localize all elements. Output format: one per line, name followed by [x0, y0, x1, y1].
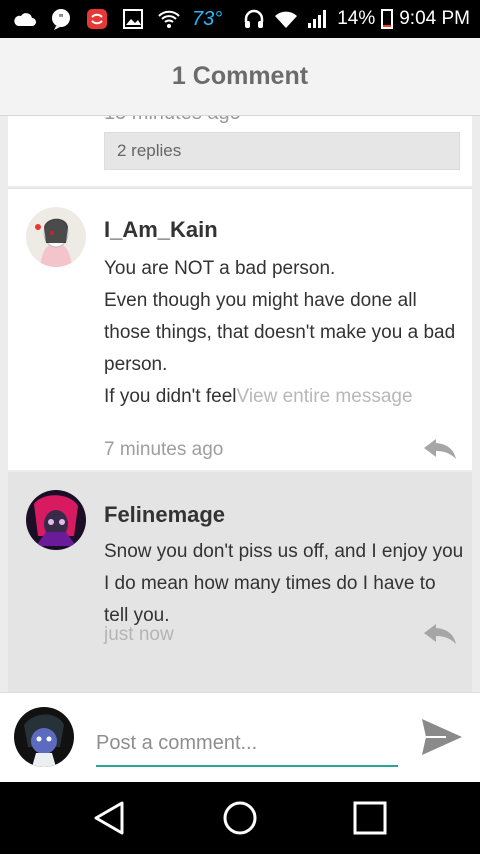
svg-text:": ": [58, 12, 63, 25]
my-avatar: [14, 707, 74, 767]
comment-line: Even though you might have done all thos…: [104, 290, 456, 375]
system-icons: 14% 9:04 PM: [241, 6, 470, 32]
signal-icon: [305, 9, 331, 29]
avatar[interactable]: [26, 490, 86, 550]
reply-card: Felinemage Snow you don't piss us off, a…: [8, 472, 472, 692]
replies-button[interactable]: 2 replies: [104, 132, 460, 170]
view-entire-message-link[interactable]: View entire message: [237, 386, 413, 407]
comment-line: You are NOT a bad person.: [104, 258, 336, 279]
comment-list[interactable]: 15 minutes ago 2 replies I_Am_Kain You a…: [0, 116, 480, 692]
gallery-icon: [120, 9, 146, 29]
comment-input[interactable]: [96, 721, 398, 767]
app-icon: [84, 9, 110, 29]
wifi-icon: [273, 9, 299, 29]
replies-label: 2 replies: [117, 141, 182, 160]
recent-apps-icon[interactable]: [350, 798, 390, 838]
back-icon[interactable]: [90, 798, 130, 838]
status-bar: " 73° 14% 9:04 PM: [0, 0, 480, 38]
send-icon[interactable]: [420, 717, 464, 757]
temperature: 73°: [192, 7, 223, 30]
comment-time: 7 minutes ago: [104, 439, 224, 460]
clock: 9:04 PM: [399, 8, 470, 29]
parent-comment-card: 15 minutes ago 2 replies: [8, 116, 472, 186]
notification-icons: " 73°: [12, 6, 222, 32]
comment-time: 15 minutes ago: [104, 116, 241, 125]
avatar[interactable]: [26, 207, 86, 267]
headphones-icon: [241, 9, 267, 29]
comment-line-text: If you didn't feel: [104, 386, 237, 407]
home-icon[interactable]: [220, 798, 260, 838]
messenger-icon: ": [48, 9, 74, 30]
battery-percent: 14%: [337, 8, 376, 29]
navigation-bar: [0, 782, 480, 854]
reply-card: I_Am_Kain You are NOT a bad person. Even…: [8, 188, 472, 470]
username[interactable]: Felinemage: [104, 502, 225, 528]
wifi-call-icon: [156, 9, 182, 29]
comment-time: just now: [104, 624, 174, 645]
page-title: 1 Comment: [171, 62, 309, 90]
compose-bar: [0, 692, 480, 782]
reply-icon[interactable]: [422, 622, 458, 646]
comment-text: You are NOT a bad person. Even though yo…: [104, 253, 464, 413]
reply-icon[interactable]: [422, 437, 458, 461]
comment-text: Snow you don't piss us off, and I enjoy …: [104, 541, 464, 626]
battery-icon: [381, 9, 394, 29]
comment-line: If you didn't feelView entire message: [104, 381, 464, 413]
cloud-icon: [12, 9, 38, 29]
username[interactable]: I_Am_Kain: [104, 217, 218, 243]
comments-header: 1 Comment: [0, 38, 480, 116]
